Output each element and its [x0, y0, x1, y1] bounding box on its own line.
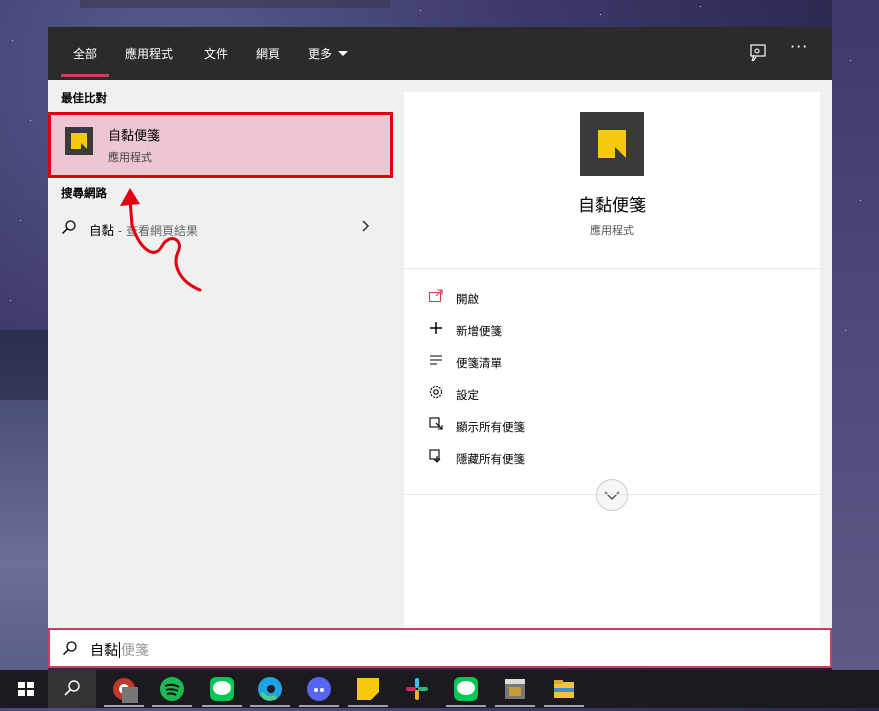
active-indicator — [202, 705, 242, 707]
web-search-query: 自黏 — [89, 223, 115, 238]
slack-icon[interactable] — [403, 675, 431, 703]
tab-more-label: 更多 — [308, 47, 333, 61]
video-editor-icon[interactable] — [501, 675, 529, 703]
discord-icon[interactable] — [305, 675, 333, 703]
action-settings[interactable]: 設定 — [428, 384, 728, 404]
plus-icon — [428, 320, 444, 336]
search-icon — [61, 219, 77, 238]
tab-documents[interactable]: 文件 — [204, 45, 228, 62]
chevron-down-icon — [604, 491, 620, 500]
sticky-notes-icon — [65, 127, 93, 155]
line-icon[interactable] — [452, 675, 480, 703]
search-icon — [62, 640, 78, 656]
best-match-item[interactable]: 自黏便箋 應用程式 — [48, 112, 393, 178]
action-label: 顯示所有便箋 — [456, 420, 525, 434]
search-icon[interactable] — [48, 670, 96, 708]
web-search-heading: 搜尋網路 — [61, 186, 107, 200]
lake — [0, 400, 48, 670]
taskbar — [0, 670, 879, 708]
active-indicator — [104, 705, 144, 707]
best-match-subtitle: 應用程式 — [108, 151, 152, 164]
active-indicator — [348, 705, 388, 707]
active-indicator — [495, 705, 535, 707]
start-search-panel: 全部 應用程式 文件 網頁 更多 ··· 最佳比對 自黏便箋 應用程式 搜尋網路… — [48, 27, 832, 668]
action-show-all[interactable]: 顯示所有便箋 — [428, 416, 728, 436]
tab-web[interactable]: 網頁 — [256, 45, 280, 62]
best-match-title: 自黏便箋 — [108, 129, 161, 144]
detail-subtitle: 應用程式 — [590, 224, 634, 237]
more-options-icon[interactable]: ··· — [790, 37, 814, 61]
file-explorer-icon[interactable] — [550, 675, 578, 703]
web-search-suffix: - 查看網頁結果 — [114, 224, 198, 238]
action-label: 便箋清單 — [456, 356, 502, 370]
best-match-heading: 最佳比對 — [61, 91, 107, 105]
action-label: 設定 — [456, 388, 479, 402]
active-indicator — [250, 705, 290, 707]
web-search-result[interactable]: 自黏 - 查看網頁結果 — [48, 213, 393, 243]
action-label: 新增便箋 — [456, 324, 502, 338]
settings-icon — [428, 384, 444, 400]
detail-title: 自黏便箋 — [578, 196, 646, 216]
line-icon[interactable] — [208, 675, 236, 703]
action-notes-list[interactable]: 便箋清單 — [428, 352, 728, 372]
chrome-icon[interactable] — [110, 675, 138, 703]
open-icon — [428, 288, 444, 304]
tab-more[interactable]: 更多 — [308, 45, 349, 62]
divider — [404, 268, 820, 269]
spotify-icon[interactable] — [158, 675, 186, 703]
list-icon — [428, 352, 444, 368]
show-all-icon — [428, 416, 444, 432]
sticky-notes-large-icon — [580, 112, 644, 176]
search-autocomplete: 便箋 — [121, 643, 149, 659]
action-label: 開啟 — [456, 292, 479, 306]
chevron-right-icon[interactable] — [360, 219, 372, 233]
tab-all[interactable]: 全部 — [60, 45, 110, 77]
active-indicator — [544, 705, 584, 707]
edge-icon[interactable] — [256, 675, 284, 703]
action-hide-all[interactable]: 隱藏所有便箋 — [428, 448, 728, 468]
divider — [404, 494, 820, 495]
active-indicator — [152, 705, 192, 707]
feedback-icon[interactable] — [746, 41, 770, 65]
active-indicator — [299, 705, 339, 707]
detail-pane: 自黏便箋 應用程式 開啟 新增便箋 便箋清單 設定 顯示所有便箋 隱藏所有便箋 — [404, 92, 820, 668]
tab-apps[interactable]: 應用程式 — [125, 45, 173, 62]
sky-strip — [832, 0, 879, 670]
text-cursor — [119, 642, 120, 658]
search-filter-bar: 全部 應用程式 文件 網頁 更多 ··· — [48, 27, 832, 80]
action-open[interactable]: 開啟 — [428, 288, 728, 308]
windows-start-icon[interactable] — [12, 675, 40, 703]
action-label: 隱藏所有便箋 — [456, 452, 525, 466]
chevron-down-icon — [338, 51, 349, 56]
search-box[interactable]: 自黏 便箋 — [48, 628, 832, 668]
action-new-note[interactable]: 新增便箋 — [428, 320, 728, 340]
expand-button[interactable] — [596, 479, 628, 511]
window-edge — [80, 0, 390, 8]
search-typed-text: 自黏 — [90, 643, 118, 659]
hide-all-icon — [428, 448, 444, 464]
active-indicator — [446, 705, 486, 707]
sticky-notes-icon[interactable] — [354, 675, 382, 703]
